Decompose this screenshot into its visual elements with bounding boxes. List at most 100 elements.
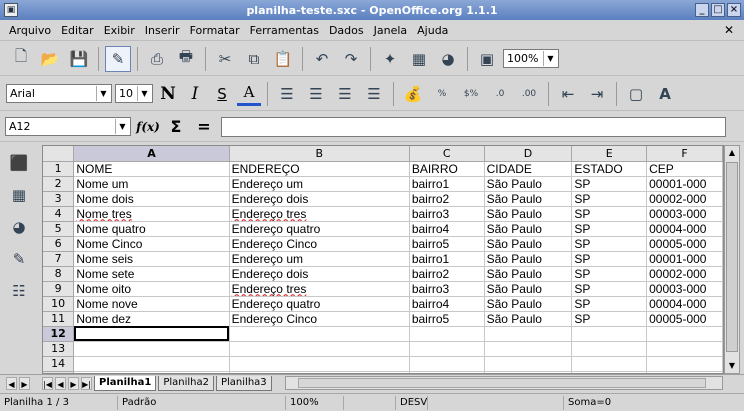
cell[interactable]: bairro4 <box>409 296 485 312</box>
function-wizard-button[interactable]: f(x) <box>136 116 160 138</box>
cell[interactable]: 00004-000 <box>646 296 723 312</box>
font-name-select[interactable]: Arial ▼ <box>6 84 112 103</box>
column-header-b[interactable]: B <box>229 146 410 162</box>
row-header[interactable]: 12 <box>43 326 75 342</box>
vertical-scrollbar[interactable]: ▲ ▼ <box>724 145 740 374</box>
column-header-e[interactable]: E <box>571 146 648 162</box>
cell[interactable] <box>646 326 723 342</box>
cell[interactable]: Endereço um <box>229 251 410 267</box>
cell[interactable]: 00003-000 <box>646 281 723 297</box>
increase-indent-icon[interactable]: ⇥ <box>584 81 610 107</box>
cell[interactable]: Nome um <box>73 176 230 192</box>
column-header-f[interactable]: F <box>646 146 723 162</box>
menu-inserir[interactable]: Inserir <box>140 24 185 37</box>
insert-cells-icon[interactable]: ▦ <box>5 181 33 209</box>
cell[interactable]: bairro5 <box>409 236 485 252</box>
name-box[interactable]: A12 ▼ <box>5 117 131 136</box>
cell[interactable]: 00003-000 <box>646 206 723 222</box>
cell[interactable]: Endereço quatro <box>229 296 410 312</box>
cell[interactable]: SP <box>571 281 648 297</box>
cell[interactable]: 00001-000 <box>646 176 723 192</box>
zoom-select[interactable]: 100% ▼ <box>503 49 559 68</box>
cell[interactable] <box>409 341 485 357</box>
cell[interactable] <box>409 356 485 372</box>
cell[interactable]: Endereço um <box>229 176 410 192</box>
cell[interactable]: Nome sete <box>73 266 230 282</box>
first-sheet-icon[interactable]: ◀ <box>6 377 17 390</box>
cell[interactable]: São Paulo <box>484 266 573 282</box>
function-button[interactable]: = <box>193 116 215 138</box>
row-header[interactable]: 4 <box>43 206 75 222</box>
cell[interactable]: Nome oito <box>73 281 230 297</box>
currency-format-icon[interactable]: 💰 <box>400 81 426 107</box>
row-header[interactable]: 11 <box>43 311 75 327</box>
app-icon[interactable]: ▣ <box>4 3 18 17</box>
navigator-icon[interactable]: ✦ <box>377 46 403 72</box>
scroll-first-icon[interactable]: |◀ <box>42 377 53 390</box>
font-size-select[interactable]: 10 ▼ <box>115 84 153 103</box>
cell[interactable]: São Paulo <box>484 221 573 237</box>
cell[interactable]: Endereço Cinco <box>229 311 410 327</box>
menu-ferramentas[interactable]: Ferramentas <box>245 24 324 37</box>
cell[interactable]: São Paulo <box>484 281 573 297</box>
font-color-icon[interactable]: A <box>237 82 261 106</box>
cell[interactable]: Nome quatro <box>73 221 230 237</box>
cell[interactable]: bairro1 <box>409 176 485 192</box>
cell[interactable] <box>646 341 723 357</box>
justify-icon[interactable]: ☰ <box>361 81 387 107</box>
cut-icon[interactable]: ✂ <box>212 46 238 72</box>
cell[interactable] <box>229 326 410 342</box>
chevron-down-icon[interactable]: ▼ <box>96 86 110 101</box>
show-draw-functions-icon[interactable]: ✎ <box>5 245 33 273</box>
cell[interactable]: CIDADE <box>484 161 573 177</box>
underline-icon[interactable]: S <box>210 82 234 106</box>
row-header[interactable]: 3 <box>43 191 75 207</box>
cell[interactable]: Nome Cinco <box>73 236 230 252</box>
row-header[interactable]: 10 <box>43 296 75 312</box>
cell[interactable]: 00005-000 <box>646 236 723 252</box>
scroll-last-icon[interactable]: ▶| <box>81 377 92 390</box>
cell[interactable]: Endereço dois <box>229 266 410 282</box>
cell[interactable]: Nome tres <box>73 206 230 222</box>
cell[interactable] <box>73 341 230 357</box>
cell[interactable]: Nome nove <box>73 296 230 312</box>
export-pdf-icon[interactable]: ⎙ <box>144 46 170 72</box>
new-document-icon[interactable]: 🗋 <box>8 46 34 72</box>
cell[interactable] <box>484 341 573 357</box>
cell[interactable]: bairro2 <box>409 191 485 207</box>
cell[interactable]: bairro3 <box>409 206 485 222</box>
background-color-icon[interactable]: A <box>652 81 678 107</box>
cell[interactable]: São Paulo <box>484 311 573 327</box>
maximize-icon[interactable]: □ <box>711 3 725 17</box>
cell[interactable] <box>73 356 230 372</box>
cell[interactable]: SP <box>571 296 648 312</box>
align-center-icon[interactable]: ☰ <box>303 81 329 107</box>
data-sources-icon[interactable]: ◕ <box>435 46 461 72</box>
scroll-up-icon[interactable]: ▲ <box>725 146 739 160</box>
scroll-next-icon[interactable]: ▶ <box>68 377 79 390</box>
cell[interactable]: Nome seis <box>73 251 230 267</box>
cell[interactable]: ESTADO <box>571 161 648 177</box>
cell[interactable]: 00005-000 <box>646 311 723 327</box>
copy-icon[interactable]: ⧉ <box>241 46 267 72</box>
row-header[interactable]: 6 <box>43 236 75 252</box>
cell[interactable] <box>409 326 485 342</box>
close-window-icon[interactable]: × <box>727 3 741 17</box>
cell[interactable]: bairro4 <box>409 221 485 237</box>
cell[interactable] <box>646 356 723 372</box>
standard-format-icon[interactable]: $% <box>458 81 484 107</box>
row-header[interactable]: 5 <box>43 221 75 237</box>
select-all-corner[interactable] <box>43 146 75 162</box>
align-left-icon[interactable]: ☰ <box>274 81 300 107</box>
menu-janela[interactable]: Janela <box>369 24 413 37</box>
insert-object-icon[interactable]: ◕ <box>5 213 33 241</box>
cell[interactable]: SP <box>571 176 648 192</box>
insert-icon[interactable]: ⬛ <box>5 149 33 177</box>
cell[interactable] <box>571 326 648 342</box>
form-controls-icon[interactable]: ☷ <box>5 277 33 305</box>
cell[interactable]: SP <box>571 266 648 282</box>
gallery-icon[interactable]: ▦ <box>406 46 432 72</box>
status-zoom[interactable]: 100% <box>286 395 344 410</box>
save-icon[interactable]: 💾 <box>66 46 92 72</box>
sum-button[interactable]: Σ <box>165 116 187 138</box>
